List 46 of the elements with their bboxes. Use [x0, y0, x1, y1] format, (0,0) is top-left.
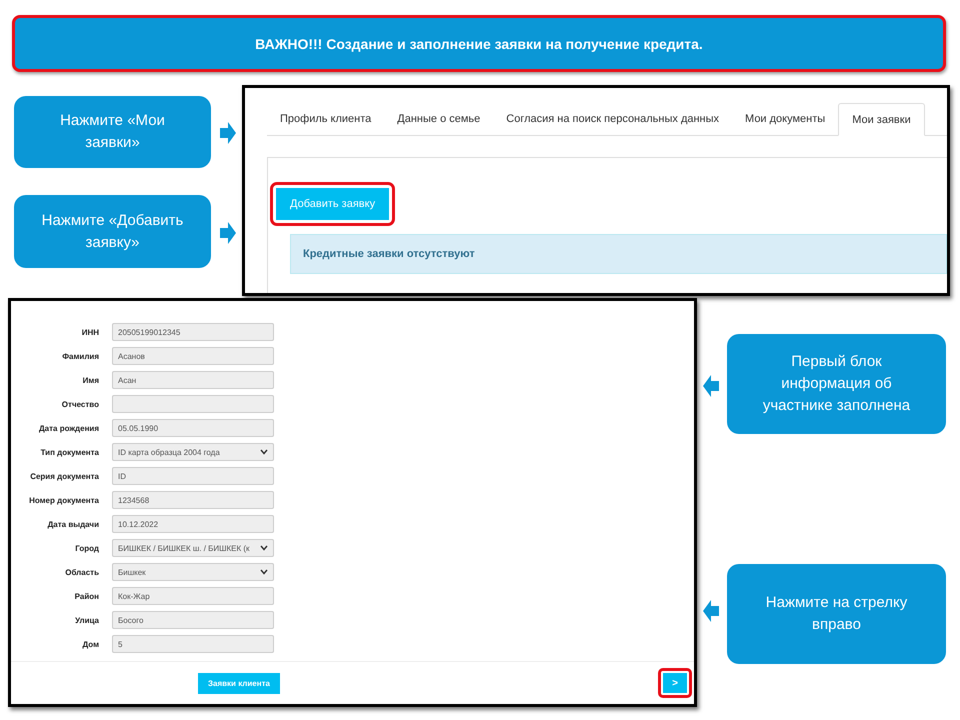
tab[interactable]: Мои документы [732, 103, 838, 135]
input-field[interactable]: 5 [112, 635, 274, 653]
arrow-icon [703, 600, 719, 622]
field-label: Фамилия [61, 352, 99, 360]
input-field[interactable] [112, 395, 274, 413]
chevron-down-icon [260, 569, 268, 575]
select-field[interactable]: ID карта образца 2004 года [112, 443, 274, 461]
arrow-icon [220, 122, 236, 144]
input-field[interactable]: 05.05.1990 [112, 419, 274, 437]
select-field[interactable]: Бишкек [112, 563, 274, 581]
input-field[interactable]: ID [112, 467, 274, 485]
callout: Нажмите «Мои заявки» [14, 96, 211, 168]
field-label: Улица [74, 616, 99, 624]
callout: Нажмите «Добавить заявку» [14, 195, 211, 268]
input-field[interactable]: 1234568 [112, 491, 274, 509]
field-label: Номер документа [28, 496, 99, 504]
tab[interactable]: Профиль клиента [267, 103, 384, 135]
field-label: ИНН [80, 328, 99, 336]
field-label: Отчество [60, 400, 99, 408]
field-label: Область [64, 568, 99, 576]
callout: Нажмите на стрелку вправо [727, 564, 946, 664]
title-banner: ВАЖНО!!! Создание и заполнение заявки на получение кредита. [12, 15, 946, 72]
field-label: Город [74, 544, 99, 552]
field-label: Дата рождения [38, 424, 99, 432]
input-field[interactable]: 10.12.2022 [112, 515, 274, 533]
chevron-down-icon [260, 449, 268, 455]
chevron-down-icon [260, 545, 268, 551]
field-label: Имя [82, 376, 99, 384]
tab[interactable]: Согласия на поиск персональных данных [493, 103, 732, 135]
callout: Первый блок информация об участнике заполнена [727, 334, 946, 434]
field-label: Район [74, 592, 99, 600]
input-field[interactable]: 20505199012345 [112, 323, 274, 341]
input-field[interactable]: Асан [112, 371, 274, 389]
tab[interactable]: Данные о семье [384, 103, 494, 135]
arrow-icon [220, 222, 236, 244]
field-label: Дата выдачи [46, 520, 99, 528]
input-field[interactable]: Кок-Жар [112, 587, 274, 605]
select-field[interactable]: БИШКЕК / БИШКЕК ш. / БИШКЕК (к [112, 539, 274, 557]
input-field[interactable]: Асанов [112, 347, 274, 365]
info-notice: Кредитные заявки отсутствуют [290, 234, 947, 274]
input-field[interactable]: Босого [112, 611, 274, 629]
field-label: Тип документа [40, 448, 99, 456]
tab[interactable]: Мои заявки [838, 103, 925, 136]
field-label: Серия документа [29, 472, 99, 480]
field-label: Дом [82, 640, 99, 648]
arrow-icon [703, 375, 719, 397]
